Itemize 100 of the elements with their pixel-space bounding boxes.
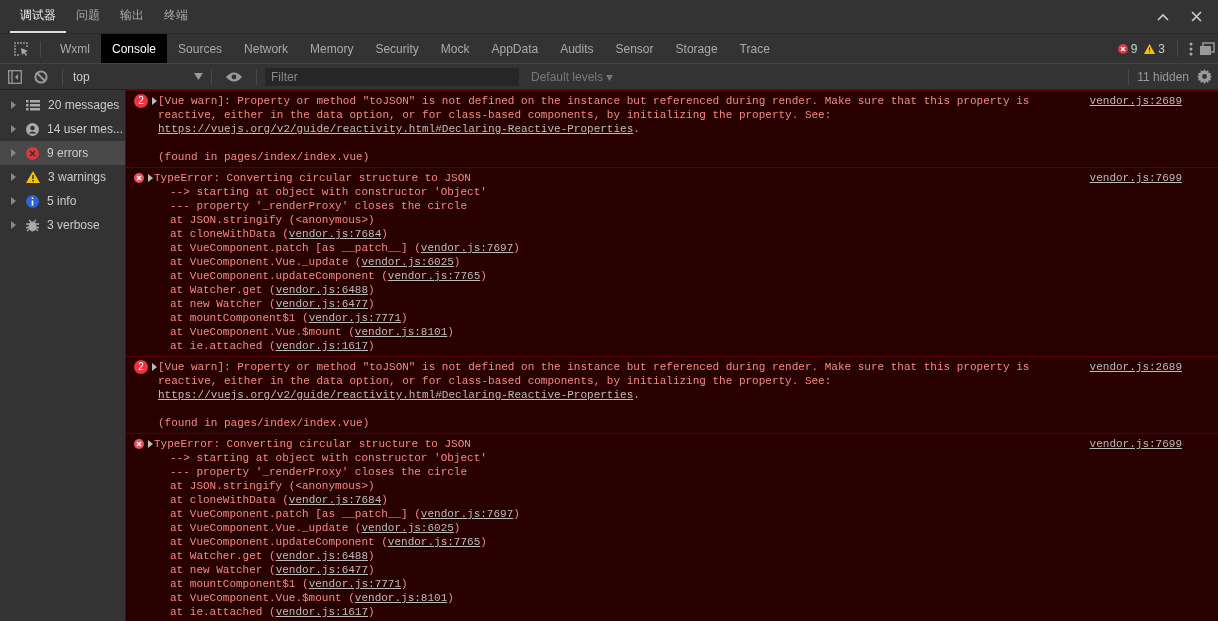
- devtools-tab[interactable]: Trace: [728, 34, 781, 63]
- message-text: TypeError: Converting circular structure to JSON: [154, 171, 472, 185]
- stack-line: at cloneWithData (vendor.js:7684): [169, 227, 389, 241]
- source-link[interactable]: vendor.js:6477: [275, 298, 369, 310]
- message-text: [Vue warn]: Property or method "toJSON" is not defined on the instance but referenced during render. Make sure that this property is reactive, either in the data option, or for class-based components, by initializing the property. See: https://vuejs.org/v2/guide/reactivity.html#Declaring-Reactive-Properties.: [158, 360, 1031, 402]
- eye-icon[interactable]: [226, 71, 242, 82]
- stack-line: at ie.attached (vendor.js:1617): [169, 605, 376, 619]
- context-select[interactable]: top: [71, 69, 203, 84]
- sidebar-toggle-icon[interactable]: [8, 69, 22, 84]
- inspect-icon[interactable]: [13, 40, 29, 57]
- stack-line: at JSON.stringify (<anonymous>): [169, 479, 376, 493]
- stack-line: at Watcher.get (vendor.js:6488): [169, 283, 376, 297]
- stack-line: at VueComponent.patch [as __patch__] (vendor.js:7697): [169, 507, 521, 521]
- source-link[interactable]: vendor.js:7771: [308, 312, 402, 324]
- info-icon: [26, 194, 39, 208]
- panel-tab[interactable]: 问题: [66, 0, 110, 33]
- stack-line: at VueComponent.patch [as __patch__] (vendor.js:7697): [169, 241, 521, 255]
- sidebar-item[interactable]: 3 warnings: [0, 165, 125, 189]
- stack-line: --- property '_renderProxy' closes the circle: [169, 465, 469, 479]
- source-link[interactable]: vendor.js:6488: [275, 284, 369, 296]
- error-icon: [26, 146, 39, 160]
- docs-link[interactable]: https://vuejs.org/v2/guide/reactivity.html#Declaring-Reactive-Properties: [158, 123, 634, 135]
- source-link[interactable]: vendor.js:6025: [361, 256, 454, 268]
- stack-line: at JSON.stringify (<anonymous>): [169, 213, 376, 227]
- sidebar-item[interactable]: 9 errors: [0, 141, 125, 165]
- stack-line: at VueComponent.Vue._update (vendor.js:6025): [169, 521, 462, 535]
- stack-line: at new Watcher (vendor.js:6477): [169, 297, 376, 311]
- devtools-tab[interactable]: Audits: [549, 34, 605, 63]
- devtools-tab[interactable]: Security: [364, 34, 430, 63]
- stack-line: at VueComponent.Vue._update (vendor.js:6025): [169, 255, 462, 269]
- clear-icon[interactable]: [34, 69, 48, 84]
- stack-line: at new Watcher (vendor.js:6477): [169, 563, 376, 577]
- source-link[interactable]: vendor.js:7684: [288, 228, 382, 240]
- sidebar-item[interactable]: 5 info: [0, 189, 125, 213]
- source-link[interactable]: vendor.js:7697: [420, 508, 514, 520]
- source-link[interactable]: vendor.js:7697: [420, 242, 514, 254]
- expand-icon[interactable]: [148, 174, 153, 182]
- source-link[interactable]: vendor.js:8101: [354, 592, 448, 604]
- source-link[interactable]: vendor.js:6025: [361, 522, 454, 534]
- error-count: 9: [1130, 41, 1138, 56]
- stack-line: at Watcher.get (vendor.js:6488): [169, 549, 376, 563]
- repeat-count-badge: 2: [134, 360, 148, 374]
- devtools-tab[interactable]: Console: [101, 34, 168, 63]
- panel-tab[interactable]: 调试器: [10, 0, 66, 33]
- expand-icon[interactable]: [152, 363, 157, 371]
- devtools-tab[interactable]: Wxml: [49, 34, 101, 63]
- sidebar-item[interactable]: 3 verbose: [0, 213, 125, 237]
- warning-count: 3: [1158, 41, 1165, 56]
- stack-line: at ie.attached (vendor.js:1617): [169, 339, 376, 353]
- stack-line: at mountComponent$1 (vendor.js:7771): [169, 311, 409, 325]
- devtools-tab[interactable]: Memory: [299, 34, 365, 63]
- stack-line: at VueComponent.updateComponent (vendor.js:7765): [169, 269, 488, 283]
- source-link[interactable]: vendor.js:8101: [354, 326, 448, 338]
- source-link[interactable]: vendor.js:7765: [387, 536, 481, 548]
- stack-line: --> starting at object with constructor 'Object': [169, 185, 488, 199]
- source-link[interactable]: vendor.js:7699: [1089, 437, 1182, 451]
- message-text: (found in pages/index/index.vue): [158, 150, 371, 164]
- bug-icon: [26, 218, 39, 232]
- devtools-tab[interactable]: Sources: [167, 34, 234, 63]
- stack-line: at VueComponent.Vue.$mount (vendor.js:8101): [169, 591, 455, 605]
- chevron-up-icon[interactable]: [1157, 12, 1169, 21]
- devtools-tab[interactable]: Sensor: [604, 34, 665, 63]
- devtools-tab[interactable]: Mock: [429, 34, 481, 63]
- expand-icon[interactable]: [152, 97, 157, 105]
- source-link[interactable]: vendor.js:2689: [1089, 94, 1182, 108]
- devtools-tab[interactable]: Network: [233, 34, 300, 63]
- caret-icon: [606, 74, 614, 81]
- docs-link[interactable]: https://vuejs.org/v2/guide/reactivity.html#Declaring-Reactive-Properties: [158, 389, 634, 401]
- source-link[interactable]: vendor.js:7699: [1089, 171, 1182, 185]
- expand-icon[interactable]: [148, 440, 153, 448]
- source-link[interactable]: vendor.js:6488: [275, 550, 369, 562]
- sidebar-item[interactable]: 14 user mes...: [0, 117, 125, 141]
- sidebar-item[interactable]: 20 messages: [0, 93, 125, 117]
- more-icon[interactable]: [1189, 41, 1193, 56]
- message-text: [Vue warn]: Property or method "toJSON" is not defined on the instance but referenced during render. Make sure that this property is reactive, either in the data option, or for class-based components, by initializing the property. See: https://vuejs.org/v2/guide/reactivity.html#Declaring-Reactive-Properties.: [158, 94, 1031, 136]
- panel-tab[interactable]: 输出: [110, 0, 154, 33]
- warning-icon: [1144, 43, 1156, 54]
- stack-line: --> starting at object with constructor 'Object': [169, 451, 488, 465]
- source-link[interactable]: vendor.js:1617: [275, 606, 369, 618]
- panel-tab[interactable]: 终端: [154, 0, 198, 33]
- filter-field[interactable]: Filter: [265, 67, 519, 86]
- source-link[interactable]: vendor.js:1617: [275, 340, 369, 352]
- stack-line: --- property '_renderProxy' closes the circle: [169, 199, 469, 213]
- message-text: TypeError: Converting circular structure to JSON: [154, 437, 472, 451]
- caret-icon: [194, 73, 203, 80]
- source-link[interactable]: vendor.js:7771: [308, 578, 402, 590]
- close-icon[interactable]: [1191, 11, 1202, 22]
- source-link[interactable]: vendor.js:2689: [1089, 360, 1182, 374]
- devtools-tab[interactable]: AppData: [480, 34, 550, 63]
- stack-line: at mountComponent$1 (vendor.js:7771): [169, 577, 409, 591]
- error-icon: [134, 173, 144, 183]
- settings-icon[interactable]: [1197, 69, 1212, 84]
- list-icon: [26, 99, 40, 111]
- stack-line: at VueComponent.updateComponent (vendor.js:7765): [169, 535, 488, 549]
- source-link[interactable]: vendor.js:7684: [288, 494, 382, 506]
- warning-icon: [26, 171, 40, 183]
- source-link[interactable]: vendor.js:7765: [387, 270, 481, 282]
- dock-icon[interactable]: [1199, 41, 1215, 56]
- source-link[interactable]: vendor.js:6477: [275, 564, 369, 576]
- devtools-tab[interactable]: Storage: [664, 34, 729, 63]
